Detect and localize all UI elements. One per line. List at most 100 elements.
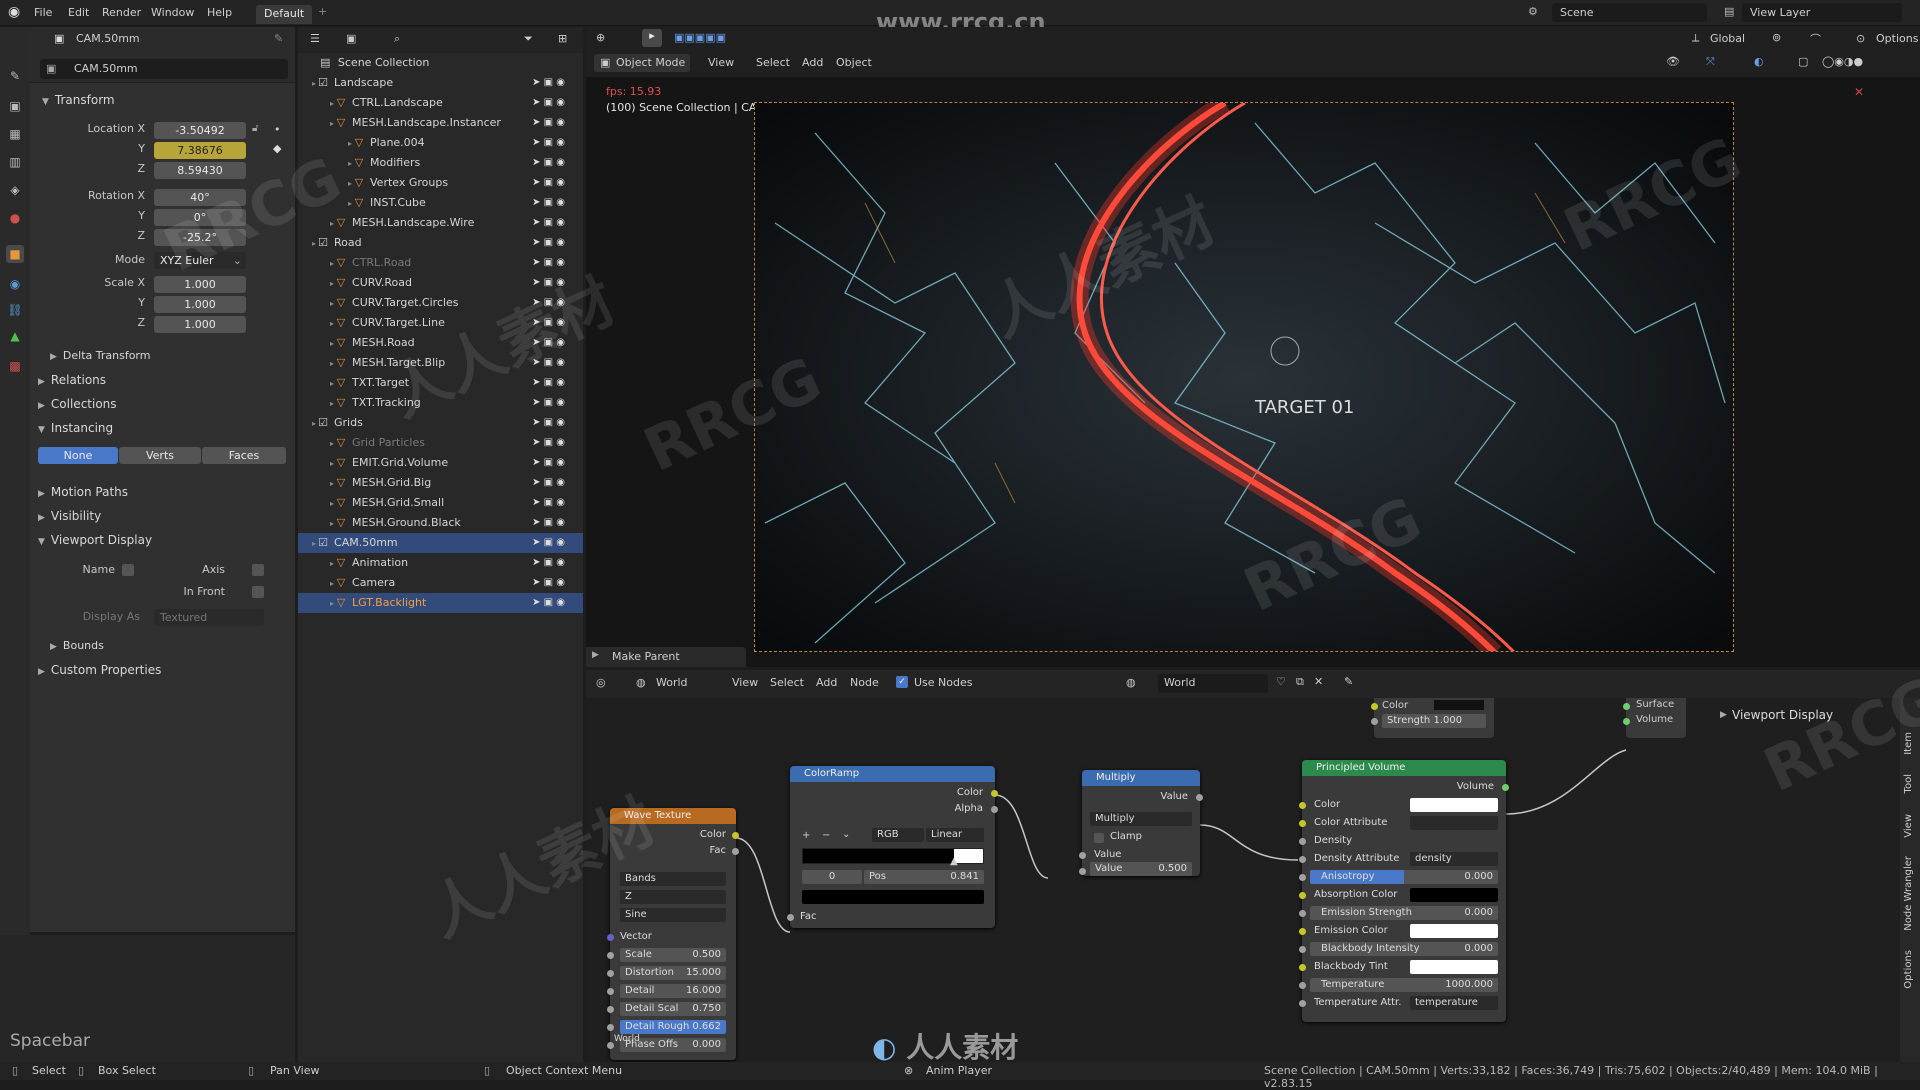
instancing-section[interactable]: ▼ Instancing [38, 421, 113, 435]
scale-x-field[interactable]: 1.000 [154, 276, 246, 293]
socket[interactable] [1623, 718, 1630, 725]
editor-type-icon[interactable]: ⊕ [596, 31, 605, 44]
outliner-item[interactable]: ▸ ▽ MESH.Road ➤ ▣ ◉ [298, 333, 583, 353]
3d-viewport[interactable]: ⊕ ▸ ▣▣▣▣▣ ⟂ Global ⊚ ⌒ ⊙ Options ▣ Objec… [586, 27, 1920, 667]
proportional-edit-icon[interactable]: ⊙ [1856, 32, 1865, 45]
scale-z-field[interactable]: 1.000 [154, 316, 246, 333]
visibility-toggles-icon[interactable]: ➤ ▣ ◉ [532, 333, 565, 353]
wave-type-dropdown[interactable]: Bands [620, 872, 726, 886]
axis-checkbox[interactable] [252, 564, 264, 576]
options-dropdown[interactable]: Options [1876, 32, 1918, 45]
outliner-item[interactable]: ▸ ☑ Landscape ➤ ▣ ◉ [298, 73, 583, 93]
outliner-item[interactable]: ▸ ▽ CURV.Road ➤ ▣ ◉ [298, 273, 583, 293]
visibility-toggles-icon[interactable]: ➤ ▣ ◉ [532, 533, 565, 553]
world-output-node-partial[interactable]: Surface Volume [1623, 698, 1686, 738]
display-as-dropdown[interactable]: Textured [154, 609, 264, 626]
visibility-toggles-icon[interactable]: ➤ ▣ ◉ [532, 293, 565, 313]
scene-selector[interactable]: Scene [1552, 3, 1707, 22]
sidebar-tab-node-wrangler[interactable]: Node Wrangler [1903, 856, 1914, 931]
wave-param-field[interactable]: Scale 0.500 [620, 948, 726, 962]
outliner-item[interactable]: ▸ ☑ Road ➤ ▣ ◉ [298, 233, 583, 253]
vector-socket[interactable] [607, 934, 614, 941]
in-value-2-socket[interactable] [1079, 868, 1086, 875]
out-color-socket[interactable] [732, 832, 739, 839]
visibility-toggles-icon[interactable]: ➤ ▣ ◉ [532, 173, 565, 193]
outliner-item[interactable]: ▸ ▽ Camera ➤ ▣ ◉ [298, 573, 583, 593]
stop-color-swatch[interactable] [802, 890, 984, 904]
transform-orientation-dropdown[interactable]: Global [1710, 32, 1745, 45]
value-field[interactable]: Value 0.500 [1090, 862, 1192, 876]
scale-y-field[interactable]: 1.000 [154, 296, 246, 313]
menu-edit[interactable]: Edit [68, 6, 89, 19]
visibility-toggles-icon[interactable]: ➤ ▣ ◉ [532, 473, 565, 493]
transform-section-header[interactable]: ▼ Transform [42, 93, 115, 107]
socket[interactable] [1371, 718, 1378, 725]
node-header[interactable]: Multiply [1082, 770, 1200, 786]
input-socket[interactable] [1299, 802, 1306, 809]
clamp-checkbox[interactable] [1094, 833, 1104, 843]
object-tab-icon[interactable]: ■ [6, 245, 24, 263]
select-mode-icons[interactable]: ▣▣▣▣▣ [674, 31, 726, 44]
object-name-label[interactable]: CAM.50mm [76, 32, 140, 45]
snap-icon[interactable]: ⌒ [1810, 31, 1821, 47]
out-fac-socket[interactable] [732, 848, 739, 855]
visibility-toggles-icon[interactable]: ➤ ▣ ◉ [532, 193, 565, 213]
instancing-none-button[interactable]: None [38, 447, 118, 464]
outliner-item[interactable]: ▸ ▽ CURV.Target.Circles ➤ ▣ ◉ [298, 293, 583, 313]
input-socket[interactable] [1299, 910, 1306, 917]
out-volume-socket[interactable] [1502, 784, 1509, 791]
input-socket[interactable] [607, 1006, 614, 1013]
visibility-toggles-icon[interactable]: ➤ ▣ ◉ [532, 413, 565, 433]
remove-stop-icon[interactable]: − [822, 830, 830, 841]
outliner-item[interactable]: ▸ ▽ Modifiers ➤ ▣ ◉ [298, 153, 583, 173]
viewport-menu-select[interactable]: Select [756, 56, 790, 69]
motion-paths-section[interactable]: ▶ Motion Paths [38, 485, 128, 499]
rotation-mode-dropdown[interactable]: XYZ Euler ⌄ [154, 252, 246, 269]
input-socket[interactable] [607, 988, 614, 995]
add-stop-icon[interactable]: + [802, 830, 810, 841]
keyframe-dot-icon[interactable]: • [274, 123, 281, 136]
location-y-field[interactable]: 7.38676 [154, 142, 246, 159]
outliner-item[interactable]: ▸ ▽ Animation ➤ ▣ ◉ [298, 553, 583, 573]
select-tool-icon[interactable]: ▸ [642, 29, 662, 47]
interpolation-dropdown[interactable]: Linear [926, 828, 984, 842]
visibility-toggles-icon[interactable]: ➤ ▣ ◉ [532, 253, 565, 273]
volume-param-field[interactable]: Emission Strength 0.000 [1310, 906, 1498, 920]
render-tab-icon[interactable]: ▣ [6, 97, 24, 115]
outliner-item[interactable]: ▸ ▽ Plane.004 ➤ ▣ ◉ [298, 133, 583, 153]
input-socket[interactable] [1299, 874, 1306, 881]
wave-direction-dropdown[interactable]: Z [620, 890, 726, 904]
out-color-socket[interactable] [991, 790, 998, 797]
in-value-socket[interactable] [1079, 852, 1086, 859]
last-operator-panel[interactable]: ▶ Make Parent [586, 647, 746, 667]
add-workspace-button[interactable]: + [318, 5, 327, 18]
visibility-toggles-icon[interactable]: ➤ ▣ ◉ [532, 153, 565, 173]
outliner-item[interactable]: ▸ ▽ TXT.Tracking ➤ ▣ ◉ [298, 393, 583, 413]
ramp-stop-handle-icon[interactable]: ▲ [950, 856, 958, 867]
sidebar-tab-item[interactable]: Item [1903, 732, 1914, 755]
outliner-item[interactable]: ▸ ▽ MESH.Target.Blip ➤ ▣ ◉ [298, 353, 583, 373]
input-socket[interactable] [1299, 946, 1306, 953]
volume-param-field[interactable]: Anisotropy 0.000 [1310, 870, 1498, 884]
sidebar-tab-options[interactable]: Options [1903, 950, 1914, 989]
input-socket[interactable] [1299, 820, 1306, 827]
visibility-toggles-icon[interactable]: ➤ ▣ ◉ [532, 573, 565, 593]
node-header[interactable]: Principled Volume [1302, 760, 1506, 776]
in-front-checkbox[interactable] [252, 586, 264, 598]
rotation-y-field[interactable]: 0° [154, 209, 246, 226]
outliner-item[interactable]: ▸ ▽ EMIT.Grid.Volume ➤ ▣ ◉ [298, 453, 583, 473]
visibility-toggles-icon[interactable]: ➤ ▣ ◉ [532, 593, 565, 613]
wave-param-field[interactable]: Detail Scal 0.750 [620, 1002, 726, 1016]
overlay-icon[interactable]: ◐ [1754, 55, 1764, 68]
strength-field[interactable]: Strength 1.000 [1382, 714, 1486, 728]
constraints-tab-icon[interactable]: ⛓ [6, 301, 24, 319]
color-swatch[interactable] [1410, 960, 1498, 974]
wave-profile-dropdown[interactable]: Sine [620, 908, 726, 922]
rotation-z-field[interactable]: -25.2° [154, 229, 246, 246]
input-socket[interactable] [1299, 982, 1306, 989]
fac-socket[interactable] [787, 914, 794, 921]
principled-volume-node[interactable]: Principled Volume Volume Color Color Attr… [1299, 760, 1509, 1022]
lock-icon[interactable]: 🔓︎ [252, 123, 258, 134]
viewport-display-section[interactable]: ▼ Viewport Display [38, 533, 152, 547]
object-name-field[interactable]: ▣ CAM.50mm [40, 59, 288, 79]
